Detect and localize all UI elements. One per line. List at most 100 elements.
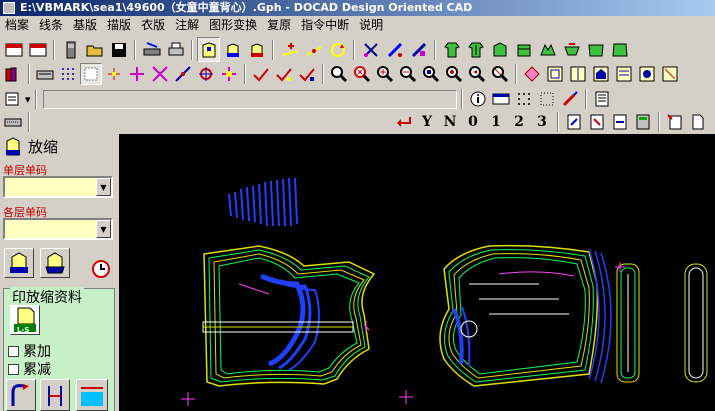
single-layer-select[interactable]: ▼ <box>3 176 113 198</box>
diagonal-icon[interactable] <box>172 63 194 85</box>
check-curve-3-icon[interactable] <box>296 63 318 85</box>
new-page-icon[interactable] <box>664 111 686 133</box>
notes-icon[interactable] <box>591 88 613 110</box>
dotted-box-icon[interactable] <box>536 88 558 110</box>
menu-garment[interactable]: 衣版 <box>136 16 170 34</box>
option-1-button[interactable]: 1 <box>485 111 507 133</box>
yes-button[interactable]: Y <box>416 111 438 133</box>
zoom-window-icon[interactable] <box>443 63 465 85</box>
multi-layer-select[interactable]: ▼ <box>3 218 113 240</box>
point-plus-icon[interactable] <box>278 37 301 62</box>
clock-icon[interactable] <box>90 258 112 280</box>
select-box-icon[interactable] <box>80 63 102 85</box>
menu-trace[interactable]: 描版 <box>102 16 136 34</box>
save-icon[interactable] <box>107 37 130 62</box>
grid-cell-4-icon[interactable] <box>613 63 635 85</box>
cross-point-icon[interactable] <box>126 63 148 85</box>
zoom-out-icon[interactable] <box>397 63 419 85</box>
layer-dropdown-arrow[interactable]: ▾ <box>25 93 31 106</box>
rotate-icon[interactable] <box>326 37 349 62</box>
cumulative-sub-checkbox[interactable]: 累减 <box>8 359 51 379</box>
keyboard-icon[interactable] <box>34 63 56 85</box>
cut-text-icon[interactable] <box>710 111 715 133</box>
note-edit-1-icon[interactable] <box>563 111 585 133</box>
menu-transform[interactable]: 图形变换 <box>204 16 262 34</box>
grid-cell-5-icon[interactable] <box>636 63 658 85</box>
open-folder-icon[interactable] <box>83 37 106 62</box>
menu-annotate[interactable]: 注解 <box>170 16 204 34</box>
info-icon[interactable] <box>467 88 489 110</box>
use-measure-icon[interactable] <box>490 88 512 110</box>
grid-cell-6-icon[interactable] <box>659 63 681 85</box>
shirt-green-2-icon[interactable] <box>464 37 487 62</box>
checkbox-box[interactable] <box>8 345 19 357</box>
check-curve-2-icon[interactable] <box>273 63 295 85</box>
pattern-piece-icon[interactable] <box>197 37 220 62</box>
curve-tool-button[interactable] <box>6 379 36 411</box>
grid-cell-3-icon[interactable] <box>590 63 612 85</box>
menu-file[interactable]: 档案 <box>0 16 34 34</box>
menu-undo[interactable]: 复原 <box>262 16 296 34</box>
layer-icon[interactable] <box>2 88 24 110</box>
no-button[interactable]: N <box>439 111 461 133</box>
shirt-green-1-icon[interactable] <box>440 37 463 62</box>
shirt-green-6-icon[interactable] <box>560 37 583 62</box>
zoom-fit-icon[interactable] <box>420 63 442 85</box>
shirt-green-3-icon[interactable] <box>488 37 511 62</box>
books-icon[interactable] <box>2 63 24 85</box>
page-icon[interactable] <box>687 111 709 133</box>
grade-piece-button[interactable] <box>4 248 34 278</box>
cut-blue-icon[interactable] <box>383 37 406 62</box>
sew-icon[interactable] <box>407 37 430 62</box>
x-lines-icon[interactable] <box>149 63 171 85</box>
option-2-button[interactable]: 2 <box>508 111 530 133</box>
chevron-down-icon[interactable]: ▼ <box>96 220 111 238</box>
shirt-green-5-icon[interactable] <box>536 37 559 62</box>
option-3-button[interactable]: 3 <box>531 111 553 133</box>
grid-cell-2-icon[interactable] <box>567 63 589 85</box>
print-icon[interactable] <box>164 37 187 62</box>
menu-lines[interactable]: 线条 <box>34 16 68 34</box>
sel-ruler-icon[interactable] <box>2 37 25 62</box>
menu-help[interactable]: 说明 <box>354 16 388 34</box>
menu-base[interactable]: 基版 <box>68 16 102 34</box>
zoom-icon[interactable] <box>328 63 350 85</box>
size-ruler-icon[interactable] <box>26 37 49 62</box>
piece-grade-icon[interactable] <box>245 37 268 62</box>
plotter-icon[interactable] <box>140 37 163 62</box>
menu-interrupt[interactable]: 指令中断 <box>296 16 354 34</box>
note-edit-2-icon[interactable] <box>586 111 608 133</box>
grade-stack-button[interactable] <box>40 248 70 278</box>
zoom-in-icon[interactable] <box>374 63 396 85</box>
return-arrow-icon[interactable] <box>393 111 415 133</box>
shirt-green-8-icon[interactable] <box>608 37 631 62</box>
zoom-prev-icon[interactable] <box>466 63 488 85</box>
cumulative-add-checkbox[interactable]: 累加 <box>8 341 51 361</box>
keyboard-small-icon[interactable] <box>2 111 24 133</box>
zoom-cancel-icon[interactable] <box>351 63 373 85</box>
pink-diamond-icon[interactable] <box>521 63 543 85</box>
calculator-icon[interactable] <box>632 111 654 133</box>
shirt-green-7-icon[interactable] <box>584 37 607 62</box>
paint-brush-icon[interactable] <box>559 88 581 110</box>
drawing-canvas[interactable] <box>119 134 715 411</box>
phone-icon[interactable] <box>59 37 82 62</box>
note-edit-3-icon[interactable] <box>609 111 631 133</box>
zoom-all-icon[interactable] <box>489 63 511 85</box>
ls-print-button[interactable]: L-S <box>10 305 40 335</box>
piece-stack-icon[interactable] <box>221 37 244 62</box>
scissors-icon[interactable] <box>359 37 382 62</box>
width-tool-button[interactable] <box>76 379 108 411</box>
point-grid-icon[interactable] <box>103 63 125 85</box>
circle-cross-icon[interactable] <box>195 63 217 85</box>
move-icon[interactable] <box>218 63 240 85</box>
grid-cell-1-icon[interactable] <box>544 63 566 85</box>
length-tool-button[interactable] <box>40 379 70 411</box>
shirt-green-4-icon[interactable] <box>512 37 535 62</box>
chevron-down-icon[interactable]: ▼ <box>96 178 111 196</box>
option-0-button[interactable]: 0 <box>462 111 484 133</box>
grid-dots-icon[interactable] <box>513 88 535 110</box>
command-input[interactable] <box>42 89 457 109</box>
check-curve-icon[interactable] <box>250 63 272 85</box>
point-line-icon[interactable] <box>302 37 325 62</box>
